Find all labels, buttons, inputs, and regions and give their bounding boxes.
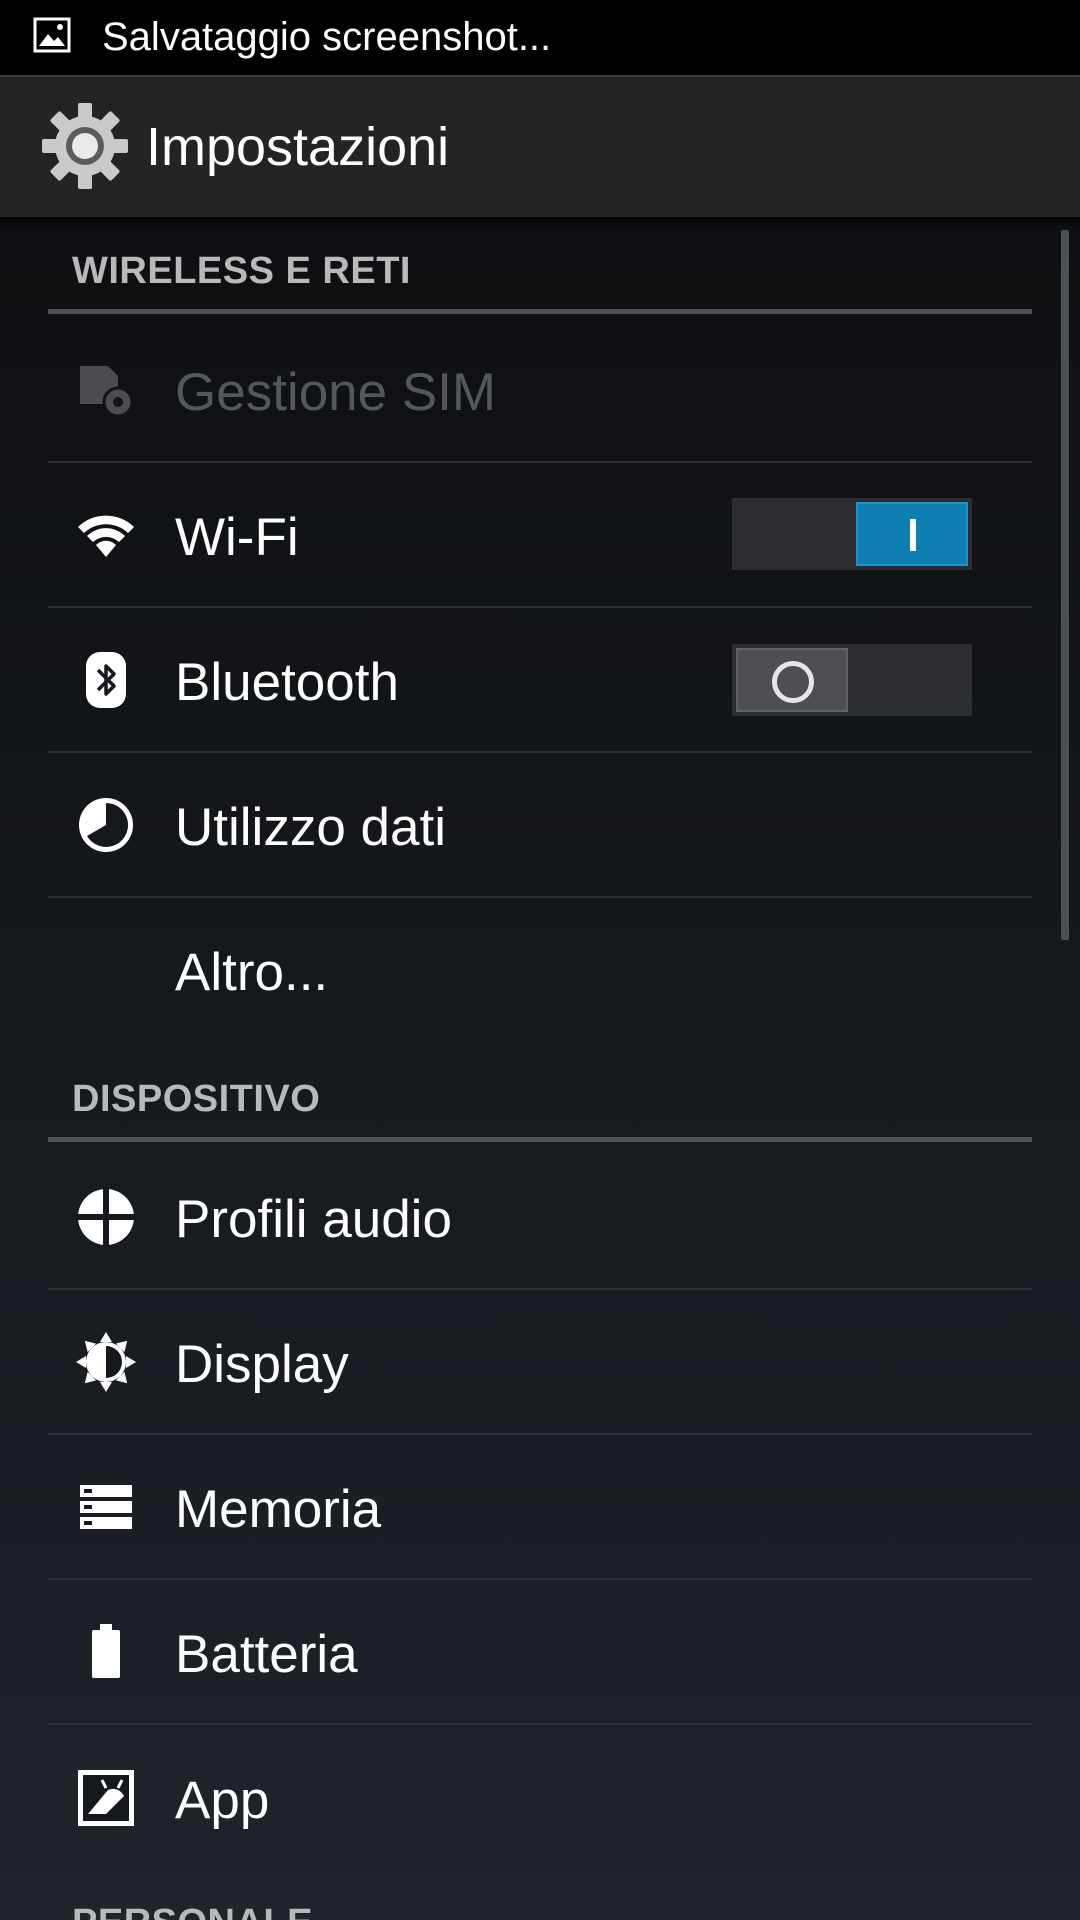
settings-item-sim-management: Gestione SIM	[48, 318, 1032, 463]
settings-screen: Salvataggio screenshot... Impostazioni W…	[0, 0, 1080, 1920]
action-bar: Impostazioni	[0, 75, 1080, 217]
settings-item-label: Batteria	[175, 1625, 358, 1684]
status-notification-text: Salvataggio screenshot...	[102, 15, 552, 59]
settings-item-label: App	[175, 1771, 270, 1830]
settings-item-label: Gestione SIM	[175, 363, 497, 422]
page-title: Impostazioni	[146, 117, 450, 177]
settings-item-more[interactable]: Altro...	[48, 898, 1032, 1043]
settings-item-battery[interactable]: Batteria	[48, 1580, 1032, 1725]
section-header-label: WIRELESS E RETI	[72, 250, 411, 292]
section-divider	[48, 1137, 1032, 1142]
settings-item-label: Display	[175, 1335, 349, 1394]
settings-item-storage[interactable]: Memoria	[48, 1435, 1032, 1580]
section-header-wireless: WIRELESS E RETI	[48, 230, 1032, 314]
action-bar-shadow	[0, 217, 1080, 227]
toggle-thumb-off	[736, 648, 848, 712]
image-icon	[33, 17, 71, 53]
wifi-icon	[78, 515, 134, 557]
display-brightness-icon	[76, 1332, 136, 1392]
section-header-label: PERSONALE	[72, 1900, 313, 1920]
settings-item-label: Profili audio	[175, 1190, 452, 1249]
settings-item-display[interactable]: Display	[48, 1290, 1032, 1435]
data-usage-icon	[79, 798, 133, 852]
audio-profiles-icon	[76, 1187, 136, 1247]
sim-management-icon	[80, 366, 134, 418]
settings-item-audio-profiles[interactable]: Profili audio	[48, 1145, 1032, 1290]
bluetooth-icon	[86, 652, 126, 708]
settings-item-label: Memoria	[175, 1480, 382, 1539]
gear-icon[interactable]	[40, 101, 130, 191]
settings-item-label: Utilizzo dati	[175, 798, 446, 857]
settings-item-data-usage[interactable]: Utilizzo dati	[48, 753, 1032, 898]
settings-item-label: Wi-Fi	[175, 508, 299, 567]
section-divider	[48, 309, 1032, 314]
settings-item-bluetooth[interactable]: Bluetooth	[48, 608, 1032, 753]
settings-item-apps[interactable]: App	[48, 1726, 1032, 1871]
battery-icon	[92, 1624, 120, 1678]
status-bar: Salvataggio screenshot...	[0, 0, 1080, 75]
settings-item-label: Altro...	[175, 943, 329, 1002]
section-header-personal: PERSONALE	[48, 1882, 1032, 1920]
storage-icon	[80, 1485, 132, 1529]
settings-item-label: Bluetooth	[175, 653, 399, 712]
apps-icon	[78, 1770, 134, 1826]
section-header-device: DISPOSITIVO	[48, 1058, 1032, 1142]
scrollbar[interactable]	[1061, 230, 1069, 940]
list-divider	[48, 1723, 1032, 1725]
section-header-label: DISPOSITIVO	[72, 1078, 321, 1120]
settings-item-wifi[interactable]: Wi-Fi	[48, 463, 1032, 608]
bluetooth-toggle[interactable]	[732, 644, 972, 716]
wifi-toggle[interactable]	[732, 498, 972, 570]
toggle-thumb-on	[856, 502, 968, 566]
